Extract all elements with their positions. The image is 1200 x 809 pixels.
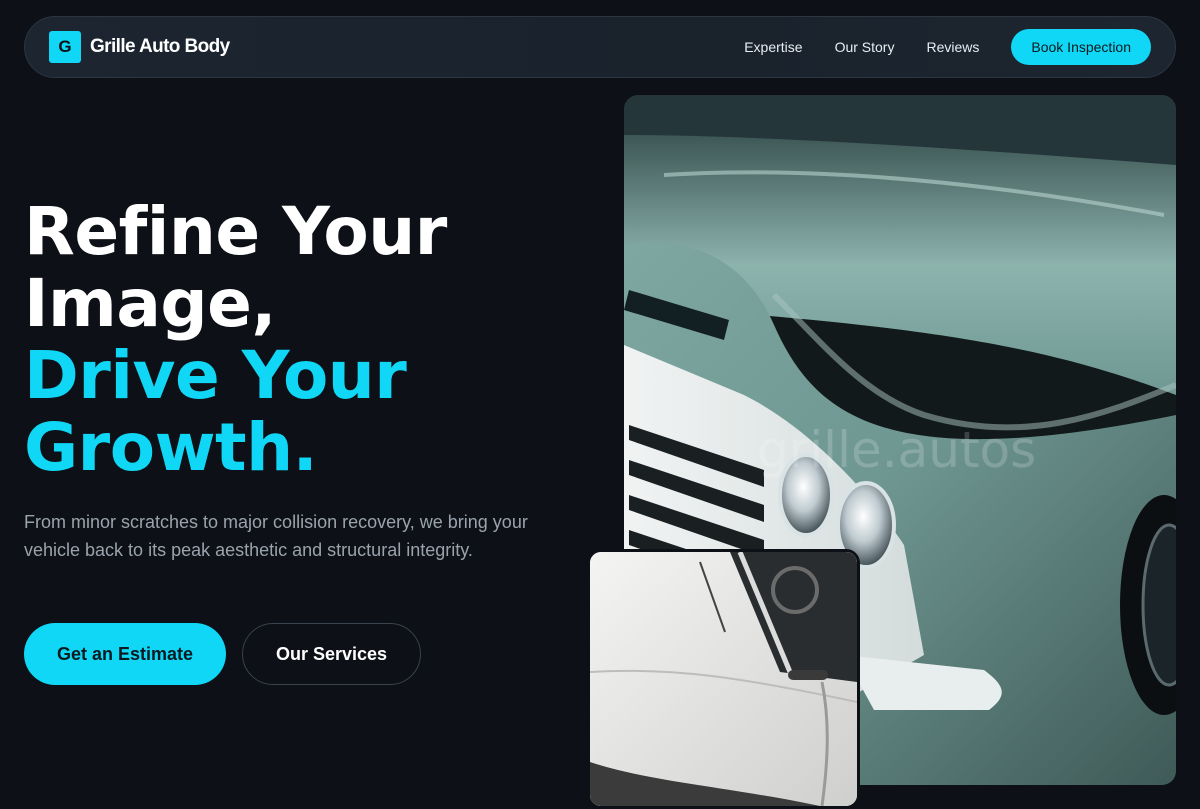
nav-link-reviews[interactable]: Reviews [926,39,979,55]
navbar: G Grille Auto Body Expertise Our Story R… [24,16,1176,78]
brand-name: Grille Auto Body [90,36,230,57]
watermark-text: grille.autos [757,421,1036,479]
hero-headline: Refine Your Image, Drive Your Growth. [24,196,447,484]
book-inspection-button[interactable]: Book Inspection [1011,29,1151,65]
nav-link-expertise[interactable]: Expertise [744,39,802,55]
car-door-illustration [590,552,857,806]
get-estimate-button[interactable]: Get an Estimate [24,623,226,685]
headline-accent-line-1: Drive Your [24,337,407,414]
brand[interactable]: G Grille Auto Body [49,31,230,63]
hero-description: From minor scratches to major collision … [24,512,528,560]
nav-links: Expertise Our Story Reviews Book Inspect… [744,29,1151,65]
logo-icon: G [49,31,81,63]
car-door-image [587,549,860,809]
headline-line-2: Image, [24,265,276,342]
our-services-button[interactable]: Our Services [242,623,421,685]
headline-line-1: Refine Your [24,193,447,270]
headline-accent-line-2: Growth. [24,409,318,486]
nav-link-our-story[interactable]: Our Story [835,39,895,55]
